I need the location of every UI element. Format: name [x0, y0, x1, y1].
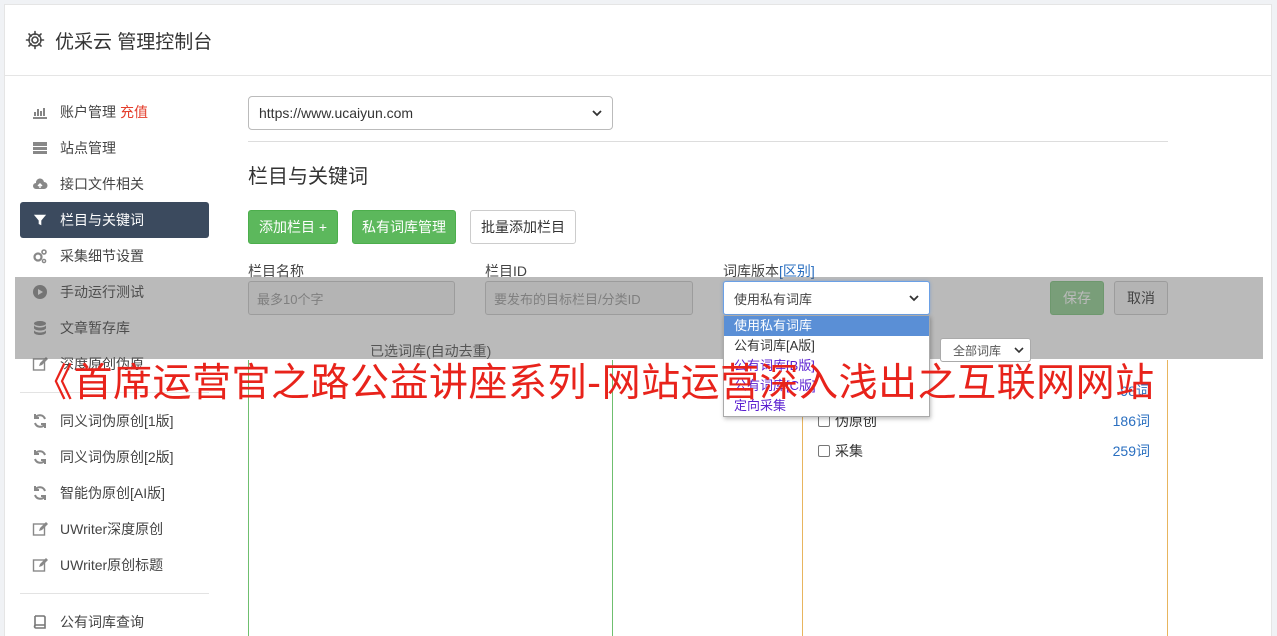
sidebar-item-api-files[interactable]: 接口文件相关: [20, 166, 209, 202]
sidebar-item-account[interactable]: 账户管理 充值: [20, 94, 209, 130]
server-icon: [31, 139, 49, 157]
lib-version-value: 使用私有词库: [734, 291, 813, 307]
sidebar-item-sites[interactable]: 站点管理: [20, 130, 209, 166]
gears-icon: [31, 247, 49, 265]
chevron-down-icon: [909, 293, 919, 303]
site-select-value: https://www.ucaiyun.com: [259, 105, 414, 121]
edit-icon: [31, 520, 49, 538]
bar-chart-icon: [31, 103, 49, 121]
sidebar-item-label: 栏目与关键词: [60, 212, 144, 228]
selected-lib-label: 已选词库(自动去重): [370, 343, 492, 359]
add-column-button[interactable]: 添加栏目 +: [248, 210, 338, 244]
sidebar-item-columns-keywords[interactable]: 栏目与关键词: [20, 202, 209, 238]
lib-version-select[interactable]: 使用私有词库: [723, 281, 930, 315]
section-title: 栏目与关键词: [248, 166, 368, 188]
lib-name: 采集: [835, 443, 863, 459]
sidebar-item-label: 同义词伪原创[1版]: [60, 413, 174, 429]
sidebar-item-public-lib-query[interactable]: 公有词库查询: [20, 604, 209, 636]
chevron-down-icon: [592, 108, 602, 118]
dropdown-option[interactable]: 公有词库[A版]: [724, 336, 929, 356]
refresh-icon: [31, 484, 49, 502]
book-icon: [31, 613, 49, 631]
sidebar-item-label: 采集细节设置: [60, 248, 144, 264]
sidebar-item-label: 接口文件相关: [60, 176, 144, 192]
dropdown-option[interactable]: 使用私有词库: [724, 316, 929, 336]
filter-icon: [31, 211, 49, 229]
sidebar-item-label: 站点管理: [60, 140, 116, 156]
header: 优采云 管理控制台: [5, 5, 1271, 76]
sidebar-item-synonym-v1[interactable]: 同义词伪原创[1版]: [20, 403, 209, 439]
chevron-down-icon: [1014, 345, 1024, 355]
sidebar-item-synonym-v2[interactable]: 同义词伪原创[2版]: [20, 439, 209, 475]
page-title: 优采云 管理控制台: [55, 31, 213, 53]
sidebar-item-label: UWriter深度原创: [60, 521, 164, 537]
lib-row[interactable]: 采集 259词: [818, 440, 1150, 462]
batch-add-button[interactable]: 批量添加栏目: [470, 210, 576, 244]
sidebar-item-label: 智能伪原创[AI版]: [60, 485, 166, 501]
sidebar-divider: [20, 593, 209, 594]
all-lib-select[interactable]: 全部词库: [940, 338, 1031, 362]
sidebar-item-uwriter-title[interactable]: UWriter原创标题: [20, 547, 209, 583]
sidebar-item-uwriter-deep[interactable]: UWriter深度原创: [20, 511, 209, 547]
sidebar-item-label: 公有词库查询: [60, 614, 144, 630]
private-lib-button[interactable]: 私有词库管理: [352, 210, 456, 244]
edit-icon: [31, 556, 49, 574]
dim-overlay: [15, 277, 1263, 359]
sidebar-item-ai-rewrite[interactable]: 智能伪原创[AI版]: [20, 475, 209, 511]
sidebar-item-collect-settings[interactable]: 采集细节设置: [20, 238, 209, 274]
checkbox-icon[interactable]: [818, 445, 830, 457]
refresh-icon: [31, 412, 49, 430]
lib-checkbox[interactable]: 采集: [818, 441, 863, 461]
site-select[interactable]: https://www.ucaiyun.com: [248, 96, 613, 130]
recharge-link[interactable]: 充值: [120, 102, 148, 122]
sidebar-item-label: 账户管理: [60, 104, 116, 120]
all-lib-value: 全部词库: [953, 343, 1002, 358]
divider: [248, 141, 1168, 142]
refresh-icon: [31, 448, 49, 466]
sidebar-item-label: UWriter原创标题: [60, 557, 164, 573]
sidebar-item-label: 同义词伪原创[2版]: [60, 449, 174, 465]
watermark-title: 《首席运营官之路公益讲座系列-网站运营深入浅出之互联网网站: [34, 361, 1155, 406]
lib-count: 186词: [1112, 413, 1150, 429]
cloud-upload-icon: [31, 175, 49, 193]
gear-icon: [25, 30, 45, 50]
lib-count: 259词: [1112, 443, 1150, 459]
